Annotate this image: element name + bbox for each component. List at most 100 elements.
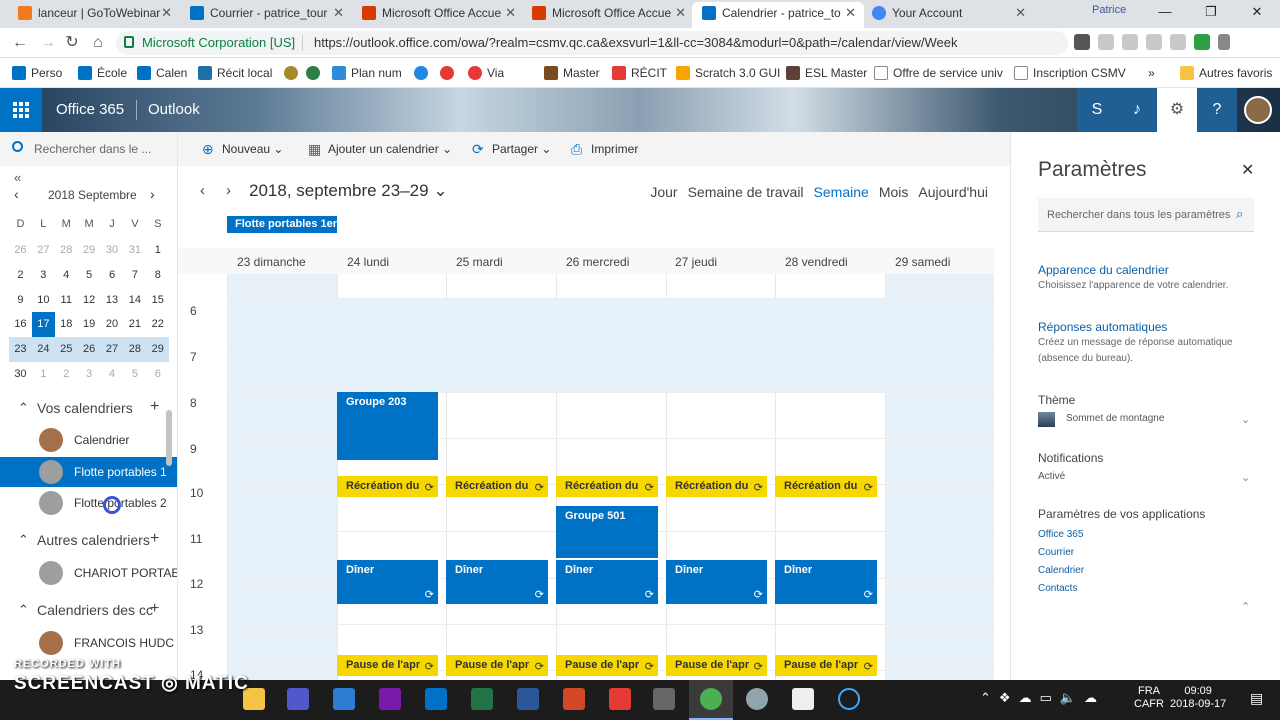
maximize-icon[interactable]: ❐ <box>1188 0 1234 28</box>
bookmark[interactable]: Calen <box>137 66 187 80</box>
event-diner[interactable]: Dîner ⟳ <box>775 560 877 604</box>
word-icon[interactable] <box>517 688 539 710</box>
mini-calendar-day[interactable]: 3 <box>78 362 101 387</box>
chevron-down-icon[interactable]: ⌄ <box>1241 471 1250 484</box>
day-header[interactable]: 26 mercredi <box>566 255 629 269</box>
calendar-item[interactable]: CHARIOT PORTAE <box>0 558 177 588</box>
avatar[interactable] <box>1244 96 1272 124</box>
add-calendar-button[interactable]: ▦ Ajouter un calendrier ⌄ <box>308 141 452 157</box>
bookmark[interactable]: Plan num <box>332 66 402 80</box>
auto-reply-link[interactable]: Réponses automatiques <box>1038 320 1167 334</box>
paint-icon[interactable] <box>746 688 768 710</box>
mini-calendar-day[interactable]: 24 <box>31 337 55 362</box>
event-recreation[interactable]: Récréation du ⟳ <box>446 476 548 497</box>
notifications-value[interactable]: Activé <box>1038 471 1065 482</box>
dropbox-icon[interactable]: ❖ <box>999 690 1011 706</box>
chrome-icon[interactable] <box>700 688 722 710</box>
event-diner[interactable]: Dîner ⟳ <box>666 560 767 604</box>
mini-calendar-day[interactable]: 13 <box>101 288 124 313</box>
network-icon[interactable]: ▭ <box>1040 690 1052 706</box>
settings-search-input[interactable]: Rechercher dans tous les paramètres ⌕ <box>1038 198 1254 232</box>
mini-calendar-day[interactable]: 10 <box>32 288 55 313</box>
collapse-icon[interactable]: « <box>14 170 21 185</box>
browser-tab-active[interactable]: Calendrier - patrice_to ✕ <box>692 2 864 28</box>
gear-icon[interactable]: ⚙ <box>1157 88 1197 132</box>
profile-chip[interactable]: Patrice <box>1092 4 1126 16</box>
bookmark[interactable]: Perso <box>12 66 62 80</box>
help-icon[interactable]: ? <box>1197 88 1237 132</box>
mini-calendar-day[interactable]: 31 <box>123 238 146 263</box>
mini-calendar-day[interactable]: 6 <box>101 263 124 288</box>
outlook-icon[interactable] <box>425 688 447 710</box>
browser-tab[interactable]: Microsoft Office Accue ✕ <box>522 2 694 28</box>
mini-calendar-day[interactable]: 4 <box>55 263 78 288</box>
view-month[interactable]: Mois <box>879 184 909 200</box>
mini-calendar-day[interactable]: 19 <box>78 312 101 337</box>
app-link-office365[interactable]: Office 365 <box>1038 529 1083 540</box>
theme-value[interactable]: Sommet de montagne <box>1066 413 1164 424</box>
today-button[interactable]: Aujourd'hui <box>918 184 988 200</box>
mini-calendar-day[interactable]: 18 <box>55 312 78 337</box>
event-diner[interactable]: Dîner ⟳ <box>446 560 548 604</box>
mini-calendar-day[interactable]: 28 <box>55 238 78 263</box>
date-range-title[interactable]: 2018, septembre 23–29 ⌄ <box>249 181 448 201</box>
close-icon[interactable]: ✕ <box>505 2 516 24</box>
close-icon[interactable]: ✕ <box>161 2 172 24</box>
mini-calendar-day[interactable]: 26 <box>9 238 32 263</box>
day-header[interactable]: 27 jeudi <box>675 255 717 269</box>
view-week[interactable]: Semaine <box>814 184 869 200</box>
print-button[interactable]: ⎙ Imprimer <box>571 141 638 157</box>
back-icon[interactable]: ← <box>10 33 30 53</box>
skype-icon[interactable]: S <box>1077 88 1117 132</box>
mini-calendar-day[interactable]: 22 <box>146 312 169 337</box>
mini-calendar-day[interactable]: 16 <box>9 312 32 337</box>
reload-icon[interactable]: ↻ <box>62 33 82 53</box>
bell-icon[interactable]: ♪ <box>1117 88 1157 132</box>
mini-calendar-day[interactable]: 20 <box>101 312 124 337</box>
chevron-down-icon[interactable]: ⌄ <box>1241 413 1250 426</box>
day-header[interactable]: 24 lundi <box>347 255 389 269</box>
app-link-contacts[interactable]: Contacts <box>1038 583 1077 594</box>
skype-icon[interactable] <box>1098 34 1114 50</box>
mini-calendar-day[interactable]: 5 <box>123 362 146 387</box>
event-pause[interactable]: Pause de l'apr ⟳ <box>775 655 877 676</box>
day-header[interactable]: 23 dimanche <box>237 255 306 269</box>
mini-calendar-day[interactable]: 23 <box>9 337 32 362</box>
chevron-right-icon[interactable]: › <box>150 186 155 202</box>
event-pause[interactable]: Pause de l'apr ⟳ <box>337 655 438 676</box>
mini-calendar-day[interactable]: 29 <box>146 337 170 362</box>
chevron-right-icon[interactable]: › <box>226 182 231 199</box>
mini-calendar-day[interactable]: 25 <box>54 337 78 362</box>
pdf-icon[interactable] <box>609 688 631 710</box>
powerpoint-icon[interactable] <box>563 688 585 710</box>
excel-icon[interactable] <box>471 688 493 710</box>
bookmark[interactable]: Master <box>544 66 600 80</box>
volume-icon[interactable]: 🔈 <box>1060 690 1076 706</box>
calendar-item[interactable]: FRANCOIS HUDC <box>0 628 177 658</box>
mini-calendar-day[interactable]: 17 <box>31 312 55 338</box>
scrollbar[interactable] <box>166 410 172 466</box>
close-window-icon[interactable]: ✕ <box>1234 0 1280 28</box>
mini-calendar-day[interactable]: 27 <box>100 337 124 362</box>
event-recreation[interactable]: Récréation du ⟳ <box>337 476 438 497</box>
day-column[interactable] <box>885 274 994 680</box>
event-diner[interactable]: Dîner ⟳ <box>556 560 658 604</box>
bookmark[interactable]: Via <box>468 66 504 80</box>
cloud-icon[interactable] <box>1146 34 1162 50</box>
shared-calendars-header[interactable]: ⌃ Calendriers des cc + <box>0 600 177 622</box>
appearance-link[interactable]: Apparence du calendrier <box>1038 263 1169 277</box>
browser-tab[interactable]: lanceur | GoToWebinar ✕ <box>8 2 180 28</box>
day-header[interactable]: 29 samedi <box>895 255 950 269</box>
mini-calendar-day[interactable]: 26 <box>77 337 101 362</box>
calendar-item-selected[interactable]: Flotte portables 1 <box>0 457 177 487</box>
url-field[interactable]: Microsoft Corporation [US] https://outlo… <box>116 31 1068 55</box>
event-groupe-501[interactable]: Groupe 501 <box>556 506 658 558</box>
event-recreation[interactable]: Récréation du ⟳ <box>556 476 658 497</box>
mini-calendar-day[interactable]: 29 <box>78 238 101 263</box>
add-icon[interactable]: + <box>150 398 159 416</box>
teams-icon[interactable] <box>287 688 309 710</box>
bookmark[interactable]: Scratch 3.0 GUI <box>676 66 780 80</box>
onenote-icon[interactable] <box>379 688 401 710</box>
week-grid[interactable]: 6 7 8 9 10 11 12 13 14 Groupe 203 Récréa… <box>178 274 994 680</box>
mini-calendar-day[interactable]: 30 <box>9 362 32 387</box>
